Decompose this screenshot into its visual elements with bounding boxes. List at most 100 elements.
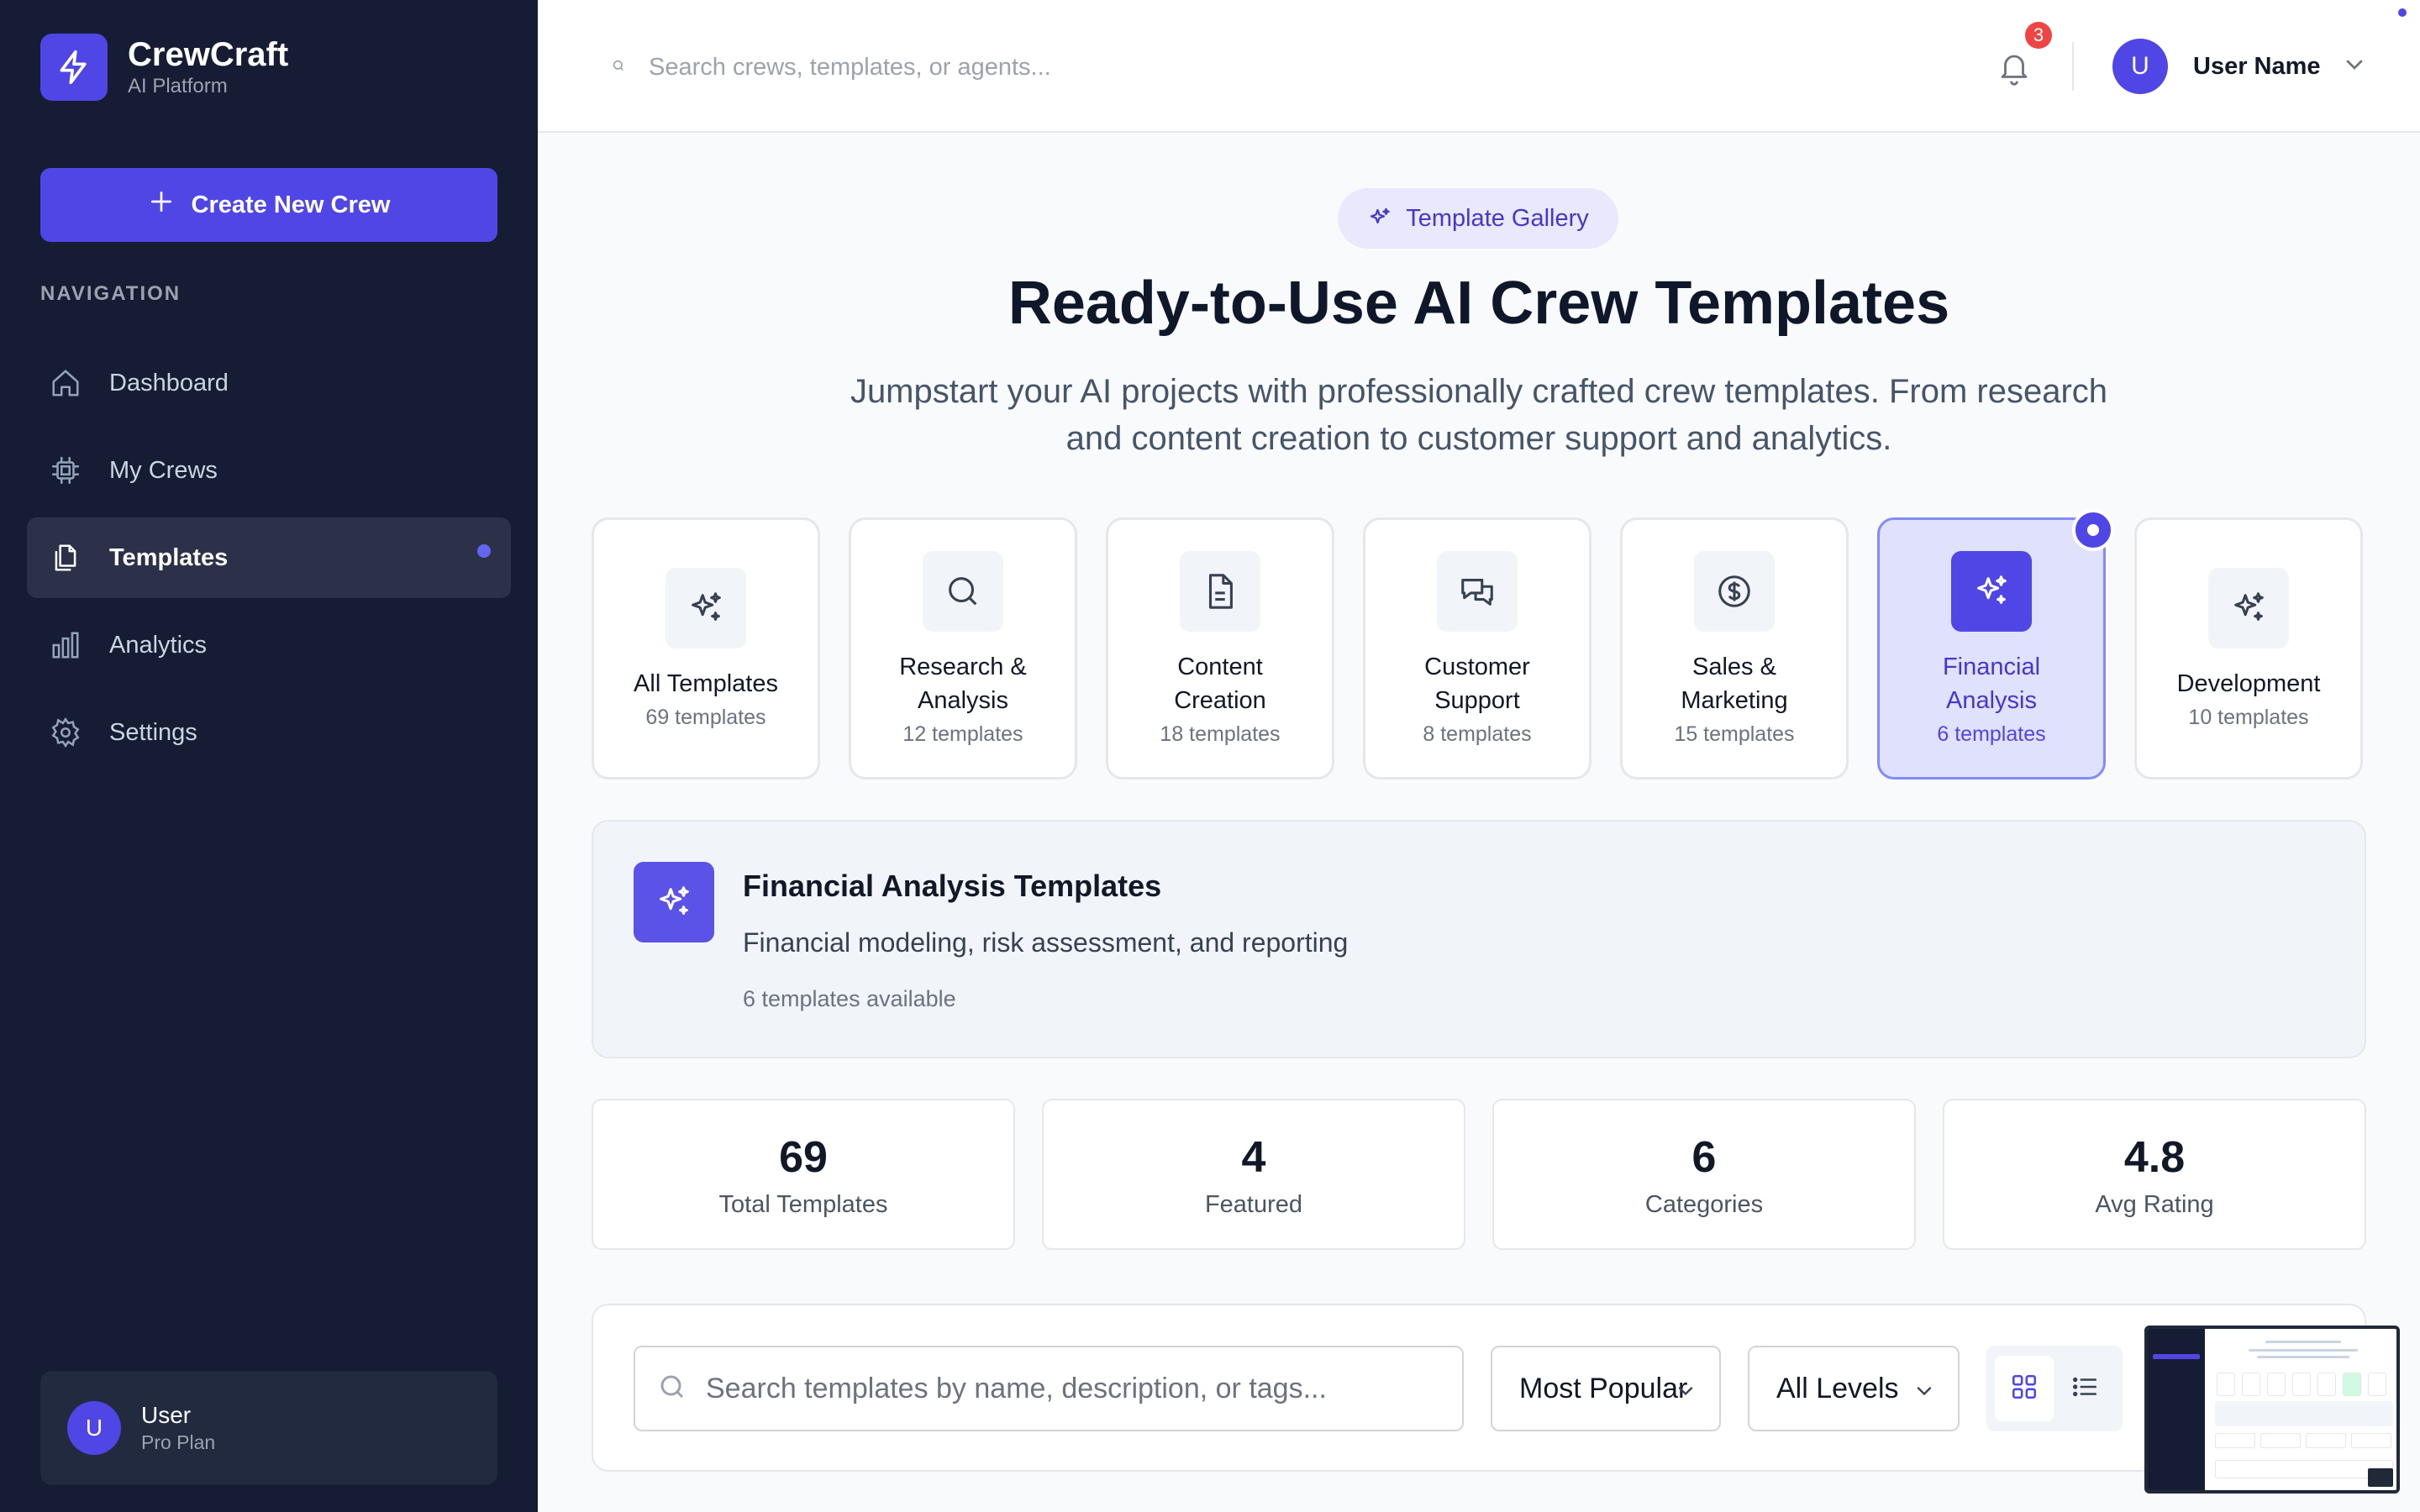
sidebar-user-card[interactable]: U User Pro Plan	[40, 1371, 497, 1485]
grid-view-button[interactable]	[1995, 1356, 2054, 1421]
category-info-title: Financial Analysis Templates	[743, 869, 1162, 903]
preview-line	[2249, 1349, 2358, 1352]
sidebar-item-my-crews[interactable]: My Crews	[27, 430, 511, 511]
category-card-financial-analysis[interactable]: Financial Analysis 6 templates	[1877, 517, 2106, 780]
sidebar-item-templates[interactable]: Templates	[27, 517, 511, 598]
search-icon	[612, 59, 625, 76]
template-gallery-label: Template Gallery	[1406, 204, 1589, 232]
category-count: 69 templates	[645, 705, 766, 729]
stat-featured: 4 Featured	[1042, 1099, 1465, 1250]
template-gallery-badge[interactable]: Template Gallery	[1338, 188, 1618, 249]
sidebar-item-settings[interactable]: Settings	[27, 692, 511, 773]
category-name: Content Creation	[1174, 653, 1266, 714]
stat-avg-rating: 4.8 Avg Rating	[1943, 1099, 2366, 1250]
cpu-icon	[47, 452, 84, 489]
bell-icon[interactable]	[1991, 45, 2037, 91]
status-dot	[2398, 8, 2407, 17]
sidebar-item-analytics[interactable]: Analytics	[27, 605, 511, 685]
screenshot-preview-thumbnail[interactable]	[2144, 1326, 2400, 1494]
filter-bar: Most Popular All Levels	[592, 1304, 2366, 1472]
category-count: 15 templates	[1674, 722, 1795, 746]
category-card-sales-marketing[interactable]: Sales & Marketing 15 templates	[1620, 517, 1849, 780]
preview-stat	[2260, 1433, 2301, 1448]
preview-card	[2317, 1373, 2336, 1396]
stat-value: 4.8	[2123, 1133, 2186, 1182]
bolt-icon	[40, 34, 108, 101]
stat-label: Featured	[1204, 1191, 1303, 1218]
sort-select-value: Most Popular	[1519, 1372, 1688, 1404]
user-menu[interactable]: U User Name	[2112, 39, 2368, 94]
category-count: 10 templates	[2188, 705, 2309, 729]
sidebar-item-label: Settings	[109, 718, 197, 746]
category-card-development[interactable]: Development 10 templates	[2134, 517, 2363, 780]
preview-card	[2242, 1373, 2260, 1396]
brand-name: CrewCraft	[128, 36, 289, 73]
brand-subtitle: AI Platform	[128, 75, 228, 97]
nav-heading: NAVIGATION	[40, 282, 182, 305]
brand[interactable]: CrewCraft AI Platform	[40, 34, 288, 101]
stat-value: 6	[1691, 1133, 1717, 1182]
category-card-research-analysis[interactable]: Research & Analysis 12 templates	[849, 517, 1077, 780]
sidebar-item-label: Templates	[109, 543, 229, 571]
page-title: Ready-to-Use AI Crew Templates	[1007, 270, 1950, 337]
sparkles-icon	[1951, 550, 2032, 632]
sidebar-item-dashboard[interactable]: Dashboard	[27, 343, 511, 423]
user-name: User	[141, 1402, 192, 1428]
chevron-down-icon	[1912, 1378, 1936, 1410]
preview-line	[2257, 1356, 2349, 1358]
template-search[interactable]	[634, 1346, 1464, 1431]
create-new-crew-button[interactable]: Create New Crew	[40, 168, 497, 242]
preview-line	[2265, 1341, 2341, 1343]
sidebar-nav: Dashboard My Crews Templates Analytics S…	[27, 343, 511, 780]
preview-stat	[2351, 1433, 2391, 1448]
stat-label: Categories	[1644, 1191, 1764, 1218]
create-new-crew-label: Create New Crew	[191, 191, 391, 218]
preview-card	[2217, 1373, 2235, 1396]
preview-panel	[2215, 1401, 2393, 1426]
search-icon	[923, 550, 1003, 632]
avatar: U	[67, 1401, 121, 1455]
divider	[2072, 42, 2074, 91]
sidebar-item-label: My Crews	[109, 456, 218, 484]
avatar: U	[2112, 39, 2168, 94]
level-select[interactable]: All Levels	[1748, 1346, 1960, 1431]
sort-select[interactable]: Most Popular	[1491, 1346, 1721, 1431]
category-info-panel: Financial Analysis Templates Financial m…	[592, 820, 2366, 1058]
stat-total-templates: 69 Total Templates	[592, 1099, 1015, 1250]
stat-value: 4	[1241, 1133, 1266, 1182]
selected-indicator	[2072, 509, 2114, 551]
chat-bubbles-icon	[1437, 550, 1518, 632]
page-subtitle: Jumpstart your AI projects with professi…	[850, 373, 2108, 457]
active-indicator-dot	[477, 544, 491, 558]
level-select-value: All Levels	[1776, 1372, 1899, 1404]
category-count: 12 templates	[902, 722, 1023, 746]
stat-label: Total Templates	[718, 1191, 888, 1218]
category-card-content-creation[interactable]: Content Creation 18 templates	[1106, 517, 1334, 780]
category-name: Development	[2176, 669, 2321, 697]
category-card-customer-support[interactable]: Customer Support 8 templates	[1363, 517, 1591, 780]
sidebar-item-label: Analytics	[109, 631, 208, 659]
category-count: 18 templates	[1160, 722, 1281, 746]
template-search-input[interactable]	[706, 1372, 1445, 1405]
chevron-down-icon	[2341, 51, 2368, 82]
category-name: All Templates	[634, 669, 778, 697]
home-icon	[47, 365, 84, 402]
plus-icon	[148, 188, 175, 222]
list-view-button[interactable]	[2055, 1356, 2114, 1421]
search-input[interactable]	[649, 53, 1338, 81]
preview-filter	[2215, 1460, 2393, 1478]
preview-card	[2343, 1373, 2361, 1396]
documents-icon	[47, 539, 84, 576]
view-toggle	[1986, 1346, 2123, 1431]
global-search[interactable]	[612, 42, 1368, 92]
stat-categories: 6 Categories	[1492, 1099, 1916, 1250]
document-icon	[1180, 550, 1260, 632]
preview-button	[2153, 1354, 2200, 1359]
sidebar: CrewCraft AI Platform Create New Crew NA…	[0, 0, 538, 1512]
preview-stat	[2215, 1433, 2255, 1448]
dollar-icon	[1694, 550, 1775, 632]
list-icon	[2070, 1373, 2099, 1405]
sidebar-item-label: Dashboard	[109, 369, 229, 396]
stats-row: 69 Total Templates 4 Featured 6 Categori…	[592, 1099, 2366, 1250]
category-card-all-templates[interactable]: All Templates 69 templates	[592, 517, 820, 780]
